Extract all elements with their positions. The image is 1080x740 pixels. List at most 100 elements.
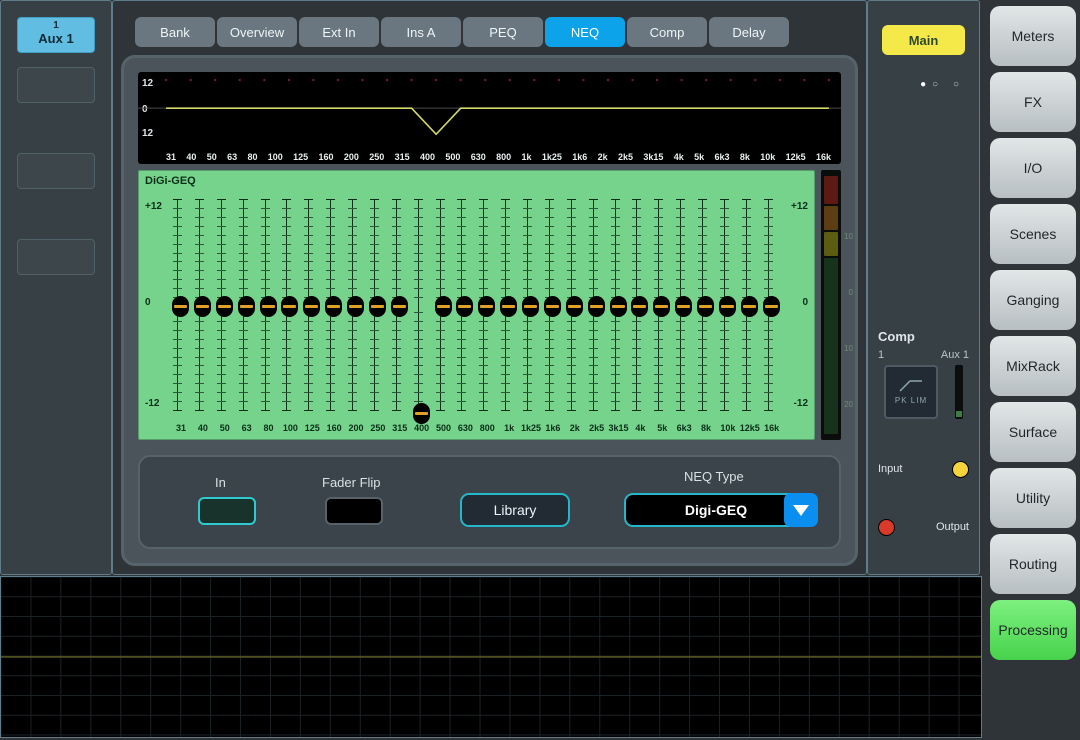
- geq-fader-6k3[interactable]: [674, 199, 694, 411]
- geq-ylabel: -12: [145, 398, 159, 409]
- geq-fader-16k[interactable]: [762, 199, 782, 411]
- freq-label: 40: [186, 152, 196, 162]
- geq-fader-250[interactable]: [368, 199, 388, 411]
- menu-scenes[interactable]: Scenes: [990, 204, 1076, 264]
- freq-label: 50: [215, 423, 235, 433]
- menu-mixrack[interactable]: MixRack: [990, 336, 1076, 396]
- geq-fader-50[interactable]: [215, 199, 235, 411]
- geq-fader-31[interactable]: [171, 199, 191, 411]
- menu-surface[interactable]: Surface: [990, 402, 1076, 462]
- tab-neq[interactable]: NEQ: [545, 17, 625, 47]
- tab-ext-in[interactable]: Ext In: [299, 17, 379, 47]
- fader-flip-label: Fader Flip: [322, 475, 381, 490]
- geq-fader-40[interactable]: [193, 199, 213, 411]
- menu-meters[interactable]: Meters: [990, 6, 1076, 66]
- channel-slot-empty[interactable]: [17, 239, 95, 275]
- geq-fader-10k[interactable]: [718, 199, 738, 411]
- channel-slot-empty[interactable]: [17, 67, 95, 103]
- selected-channel[interactable]: 1 Aux 1: [17, 17, 95, 53]
- geq-fader-800[interactable]: [477, 199, 497, 411]
- main-menu: MetersFXI/OScenesGangingMixRackSurfaceUt…: [986, 0, 1080, 740]
- freq-label: 5k: [652, 423, 672, 433]
- menu-routing[interactable]: Routing: [990, 534, 1076, 594]
- output-label: Output: [936, 521, 969, 533]
- geq-fader-12k5[interactable]: [740, 199, 760, 411]
- freq-label: 2k5: [587, 423, 607, 433]
- menu-i-o[interactable]: I/O: [990, 138, 1076, 198]
- geq-fader-200[interactable]: [346, 199, 366, 411]
- geq-fader-500[interactable]: [434, 199, 454, 411]
- tab-peq[interactable]: PEQ: [463, 17, 543, 47]
- freq-label: 200: [346, 423, 366, 433]
- comp-gain-reduction-meter: [955, 365, 963, 419]
- freq-label: 31: [166, 152, 176, 162]
- freq-label: 80: [247, 152, 257, 162]
- input-led: [952, 461, 969, 478]
- freq-label: 500: [434, 423, 454, 433]
- geq-fader-4k[interactable]: [630, 199, 650, 411]
- page-dots[interactable]: ●○ ○: [920, 79, 965, 90]
- geq-fader-8k[interactable]: [696, 199, 716, 411]
- freq-label: 80: [259, 423, 279, 433]
- processing-tabs: BankOverviewExt InIns APEQNEQCompDelay: [135, 17, 789, 47]
- menu-utility[interactable]: Utility: [990, 468, 1076, 528]
- tab-overview[interactable]: Overview: [217, 17, 297, 47]
- channel-slot-empty[interactable]: [17, 153, 95, 189]
- geq-fader-2k5[interactable]: [587, 199, 607, 411]
- freq-label: 1k25: [521, 423, 541, 433]
- freq-label: 2k: [565, 423, 585, 433]
- geq-fader-2k[interactable]: [565, 199, 585, 411]
- neq-type-dropdown[interactable]: [784, 493, 818, 527]
- freq-label: 125: [302, 423, 322, 433]
- geq-fader-315[interactable]: [390, 199, 410, 411]
- fader-flip-toggle[interactable]: [325, 497, 383, 525]
- geq-ylabel: -12: [794, 398, 808, 409]
- geq-fader-400[interactable]: [412, 199, 432, 411]
- freq-label: 160: [319, 152, 334, 162]
- freq-label: 6k3: [714, 152, 729, 162]
- freq-label: 3k15: [609, 423, 629, 433]
- geq-fader-3k15[interactable]: [609, 199, 629, 411]
- menu-processing[interactable]: Processing: [990, 600, 1076, 660]
- geq-fader-630[interactable]: [455, 199, 475, 411]
- geq-fader-63[interactable]: [237, 199, 257, 411]
- freq-label: 4k: [630, 423, 650, 433]
- eq-response-curve: 12 0 12 31405063801001251602002503154005…: [138, 72, 841, 164]
- geq-fader-100[interactable]: [280, 199, 300, 411]
- output-meter: 10 0 10 20: [821, 170, 841, 440]
- in-toggle[interactable]: [198, 497, 256, 525]
- comp-thumbnail[interactable]: PK LIM: [884, 365, 938, 419]
- geq-fader-125[interactable]: [302, 199, 322, 411]
- geq-fader-5k[interactable]: [652, 199, 672, 411]
- menu-fx[interactable]: FX: [990, 72, 1076, 132]
- geq-board: DiGi-GEQ +12 0 -12 +12 0 -12 31405063801…: [138, 170, 815, 440]
- geq-fader-1k6[interactable]: [543, 199, 563, 411]
- tab-comp[interactable]: Comp: [627, 17, 707, 47]
- neq-type-value[interactable]: Digi-GEQ: [624, 493, 808, 527]
- freq-label: 12k5: [740, 423, 760, 433]
- tab-ins-a[interactable]: Ins A: [381, 17, 461, 47]
- freq-label: 12k5: [786, 152, 806, 162]
- menu-ganging[interactable]: Ganging: [990, 270, 1076, 330]
- geq-fader-80[interactable]: [259, 199, 279, 411]
- neq-controls: In Fader Flip Library NEQ Type Digi-GEQ: [138, 455, 841, 549]
- freq-label: 250: [368, 423, 388, 433]
- freq-label: 1k6: [543, 423, 563, 433]
- freq-label: 1k: [499, 423, 519, 433]
- geq-fader-1k[interactable]: [499, 199, 519, 411]
- freq-label: 100: [268, 152, 283, 162]
- freq-label: 63: [227, 152, 237, 162]
- freq-label: 31: [171, 423, 191, 433]
- channel-strip-column: 1 Aux 1: [0, 0, 112, 575]
- tab-delay[interactable]: Delay: [709, 17, 789, 47]
- right-strip: Main ●○ ○ Comp 1 Aux 1 PK LIM Input Outp…: [867, 0, 980, 575]
- main-button[interactable]: Main: [882, 25, 965, 55]
- channel-overview-strip: [0, 576, 982, 738]
- freq-label: 160: [324, 423, 344, 433]
- geq-fader-1k25[interactable]: [521, 199, 541, 411]
- tab-bank[interactable]: Bank: [135, 17, 215, 47]
- geq-fader-160[interactable]: [324, 199, 344, 411]
- freq-label: 400: [420, 152, 435, 162]
- library-button[interactable]: Library: [460, 493, 570, 527]
- comp-channel: Aux 1: [941, 349, 969, 361]
